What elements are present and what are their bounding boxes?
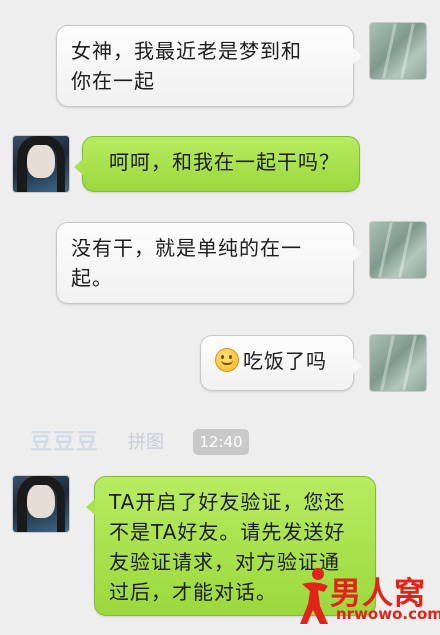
site-logo-url: nrwowo.com — [336, 605, 440, 623]
chat-view: 女神，我最近老是梦到和 你在一起 呵呵，和我在一起干吗？ 没有干，就是单纯的在一… — [0, 0, 440, 635]
outgoing-message-bubble[interactable]: 没有干，就是单纯的在一 起。 — [56, 222, 362, 304]
contact-avatar[interactable] — [13, 136, 69, 192]
bubble-tail — [86, 499, 95, 515]
message-text: 女神，我最近老是梦到和 — [71, 39, 302, 63]
bubble-tail — [353, 358, 362, 374]
message-text: 没有干，就是单纯的在一 — [71, 236, 302, 260]
message-text: 不是TA好友。请先发送好 — [109, 520, 346, 544]
my-avatar[interactable] — [370, 222, 426, 278]
incoming-message-bubble[interactable]: 呵呵，和我在一起干吗？ — [74, 136, 360, 192]
watermark-logo: 豆豆豆 — [30, 430, 100, 455]
site-logo-icon — [300, 568, 328, 624]
smiley-emoji-icon — [215, 348, 239, 372]
bubble-tail — [353, 245, 362, 261]
message-text: 呵呵，和我在一起干吗？ — [109, 150, 340, 174]
my-avatar[interactable] — [370, 23, 426, 79]
outgoing-message-bubble[interactable]: 吃饭了吗 — [200, 335, 362, 391]
message-text: 吃饭了吗 — [243, 349, 327, 373]
bubble-tail — [353, 48, 362, 64]
outgoing-message-bubble[interactable]: 女神，我最近老是梦到和 你在一起 — [56, 25, 362, 107]
bubble-tail — [74, 159, 83, 175]
message-timestamp: 12:40 — [193, 429, 249, 455]
watermark-label: 拼图 — [128, 432, 164, 453]
message-text: TA开启了好友验证，您还 — [109, 490, 346, 514]
message-text: 你在一起 — [71, 69, 155, 93]
my-avatar[interactable] — [370, 335, 426, 391]
message-text: 起。 — [71, 266, 113, 290]
contact-avatar[interactable] — [13, 476, 69, 532]
